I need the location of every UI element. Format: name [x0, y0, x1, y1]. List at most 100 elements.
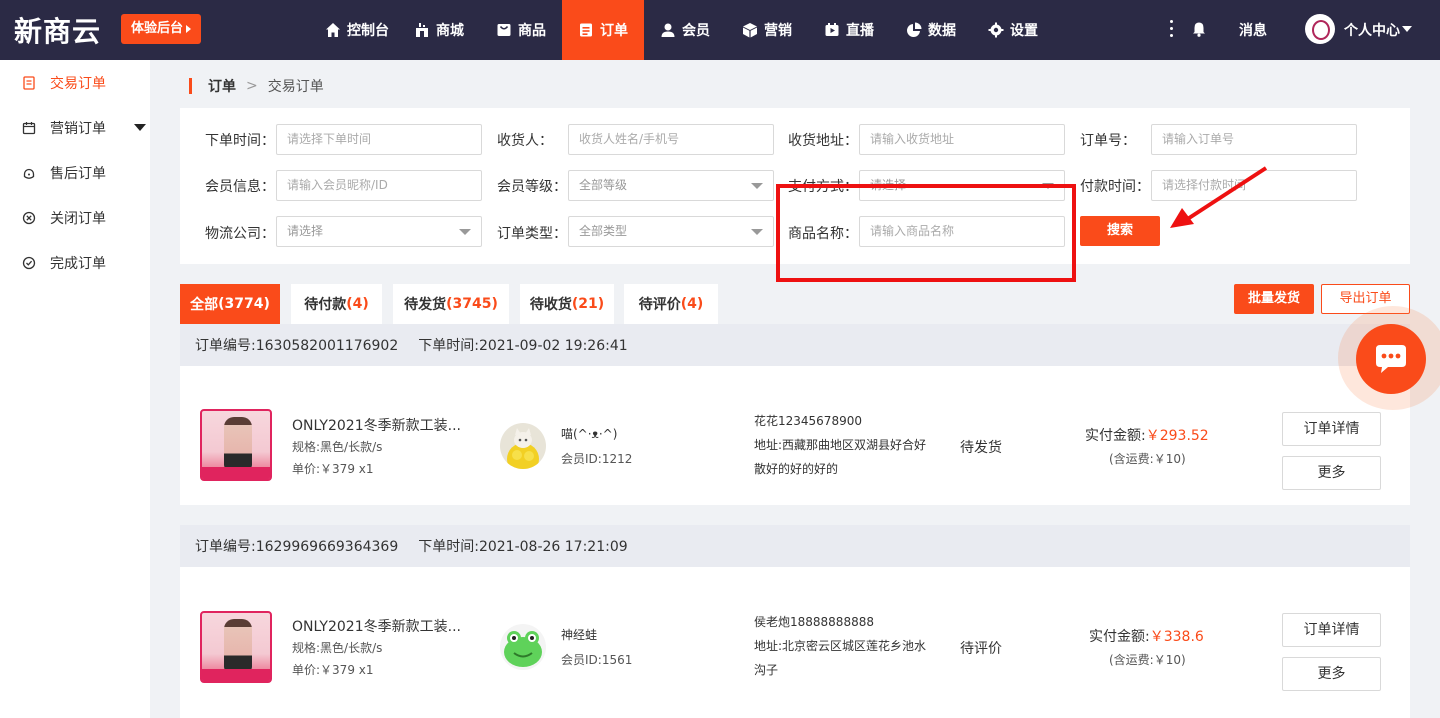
- order-card: ONLY2021冬季新款工装... 规格:黑色/长款/s 单价:￥379 x1 …: [180, 567, 1410, 718]
- breadcrumb-root[interactable]: 订单: [208, 76, 236, 96]
- nav-dashboard[interactable]: 控制台: [316, 0, 398, 60]
- member-id: 会员ID:1561: [561, 653, 633, 667]
- paid-amount-value: ￥338.6: [1149, 629, 1204, 645]
- nav-goods[interactable]: 商品: [480, 0, 562, 60]
- nav-marketing[interactable]: 营销: [726, 0, 808, 60]
- tab-pending-review[interactable]: 待评价 (4): [624, 284, 718, 324]
- sidebar-item-label: 交易订单: [50, 75, 106, 92]
- order-number: 订单编号:1629969669364369: [195, 539, 399, 555]
- nav-live[interactable]: 直播: [808, 0, 890, 60]
- nav-mall[interactable]: 商城: [398, 0, 480, 60]
- member-level-select[interactable]: 全部等级: [568, 170, 774, 201]
- chevron-down-icon[interactable]: [1402, 26, 1412, 32]
- order-time-label: 下单时间：: [205, 133, 275, 149]
- sidebar-item-completed-orders[interactable]: 完成订单: [0, 240, 150, 285]
- chat-bubble-icon: [1376, 345, 1406, 373]
- member-level-label: 会员等级：: [497, 179, 567, 195]
- order-time: 下单时间:2021-09-02 19:26:41: [418, 338, 628, 354]
- live-icon: [825, 23, 839, 36]
- brand-logo[interactable]: 新商云: [14, 10, 101, 50]
- more-vertical-icon[interactable]: [1170, 20, 1174, 38]
- order-type-select[interactable]: 全部类型: [568, 216, 774, 247]
- trial-backend-button[interactable]: 体验后台: [121, 14, 201, 44]
- tab-pending-receipt[interactable]: 待收货 (21): [520, 284, 614, 324]
- member-level-value: 全部等级: [579, 178, 628, 192]
- bell-icon[interactable]: [1191, 21, 1207, 37]
- more-button[interactable]: 更多: [1282, 657, 1381, 691]
- order-time-picker[interactable]: 请选择下单时间: [276, 124, 482, 155]
- order-icon: [580, 23, 592, 37]
- nav-data-label: 数据: [928, 23, 956, 39]
- nav-mall-label: 商城: [436, 23, 464, 39]
- logistics-select[interactable]: 请选择: [276, 216, 482, 247]
- sidebar-item-closed-orders[interactable]: 关闭订单: [0, 195, 150, 240]
- avatar[interactable]: [1305, 14, 1335, 44]
- more-button[interactable]: 更多: [1282, 456, 1381, 490]
- address-input[interactable]: 请输入收货地址: [859, 124, 1065, 155]
- close-circle-icon: [22, 211, 36, 224]
- product-title[interactable]: ONLY2021冬季新款工装...: [292, 616, 461, 636]
- receiver-input[interactable]: 收货人姓名/手机号: [568, 124, 774, 155]
- order-no-label: 订单号：: [1080, 133, 1136, 149]
- tab-count: (4): [680, 296, 704, 312]
- order-detail-button[interactable]: 订单详情: [1282, 613, 1381, 647]
- caret-right-icon: [186, 25, 191, 33]
- messages-link[interactable]: 消息: [1239, 20, 1267, 40]
- order-detail-button[interactable]: 订单详情: [1282, 412, 1381, 446]
- paid-amount: 实付金额:￥293.52: [1085, 425, 1209, 445]
- nav-settings[interactable]: 设置: [972, 0, 1054, 60]
- nav-live-label: 直播: [846, 23, 874, 39]
- product-thumbnail[interactable]: [200, 611, 272, 683]
- sidebar-item-label: 完成订单: [50, 255, 106, 272]
- annotation-highlight-box: [776, 184, 1076, 282]
- sidebar-item-label: 关闭订单: [50, 210, 106, 227]
- check-circle-icon: [22, 256, 36, 269]
- nav-goods-label: 商品: [518, 23, 546, 39]
- product-title[interactable]: ONLY2021冬季新款工装...: [292, 415, 461, 435]
- nav-members[interactable]: 会员: [644, 0, 726, 60]
- calendar-icon: [22, 121, 36, 134]
- main-nav: 控制台 商城 商品 订单 会员 营销 直播 数据 设置: [316, 0, 1054, 60]
- chevron-down-icon: [459, 229, 471, 235]
- product-spec: 规格:黑色/长款/s: [292, 440, 383, 454]
- nav-members-label: 会员: [682, 23, 710, 39]
- paid-amount-label: 实付金额:: [1085, 428, 1146, 444]
- sidebar-item-after-sales[interactable]: 售后订单: [0, 150, 150, 195]
- nav-data[interactable]: 数据: [890, 0, 972, 60]
- chevron-down-icon: [751, 183, 763, 189]
- order-type-value: 全部类型: [579, 224, 628, 238]
- nav-orders[interactable]: 订单: [562, 0, 644, 60]
- member-info-label: 会员信息：: [205, 179, 275, 195]
- headset-icon: [23, 168, 35, 179]
- tab-pending-payment[interactable]: 待付款 (4): [291, 284, 382, 324]
- search-button[interactable]: 搜索: [1080, 216, 1160, 246]
- cube-icon: [743, 23, 757, 38]
- product-price: 单价:￥379 x1: [292, 663, 374, 677]
- member-avatar[interactable]: [500, 624, 546, 670]
- top-navigation-bar: 新商云 体验后台 控制台 商城 商品 订单 会员 营销 直播 数据 设置 消息 …: [0, 0, 1440, 60]
- receiver-address: 地址:西藏那曲地区双湖县好合好散好的好的好的: [754, 438, 927, 476]
- profile-center-link[interactable]: 个人中心: [1344, 20, 1400, 40]
- member-info-input[interactable]: 请输入会员昵称/ID: [276, 170, 482, 201]
- pay-time-label: 付款时间：: [1080, 179, 1150, 195]
- receiver-name-phone: 侯老炮18888888888: [754, 615, 874, 629]
- caret-down-icon[interactable]: [134, 124, 146, 131]
- paid-amount-value: ￥293.52: [1145, 428, 1209, 444]
- shipping-fee: (含运费:￥10): [1109, 653, 1186, 667]
- document-icon: [23, 75, 35, 90]
- product-thumbnail[interactable]: [200, 409, 272, 481]
- order-no-input[interactable]: 请输入订单号: [1151, 124, 1357, 155]
- tab-pending-shipment[interactable]: 待发货 (3745): [393, 284, 509, 324]
- bulk-ship-button[interactable]: 批量发货: [1234, 284, 1314, 314]
- nav-dashboard-label: 控制台: [347, 23, 389, 39]
- member-avatar[interactable]: [500, 423, 546, 469]
- home-icon: [326, 23, 340, 37]
- sidebar-item-trade-orders[interactable]: 交易订单: [0, 60, 150, 105]
- chat-support-button[interactable]: [1356, 324, 1426, 394]
- chevron-down-icon: [751, 229, 763, 235]
- status-badge: 待评价: [960, 641, 1002, 657]
- sidebar-item-marketing-orders[interactable]: 营销订单: [0, 105, 150, 150]
- tab-label: 待收货: [529, 297, 572, 313]
- product-price: 单价:￥379 x1: [292, 462, 374, 476]
- tab-all[interactable]: 全部 (3774): [180, 284, 280, 324]
